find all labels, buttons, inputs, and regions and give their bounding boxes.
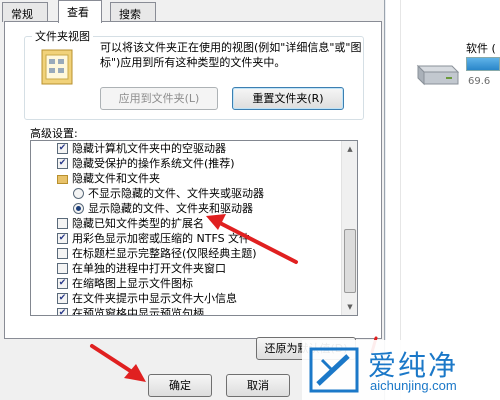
watermark: 爱纯净 aichunjing.com bbox=[302, 340, 500, 400]
drive-usage-bar bbox=[466, 57, 500, 71]
scroll-thumb[interactable] bbox=[344, 229, 356, 293]
tab-strip: 常规 查看 搜索 bbox=[0, 0, 385, 23]
list-item[interactable]: 在标题栏显示完整路径(仅限经典主题) bbox=[57, 246, 257, 261]
list-item[interactable]: ✔ 隐藏计算机文件夹中的空驱动器 bbox=[57, 141, 226, 156]
radio-button[interactable] bbox=[73, 187, 84, 199]
folder-views-description: 可以将该文件夹正在使用的视图(例如"详细信息"或"图标")应用到所有这种类型的文… bbox=[100, 41, 362, 69]
checkbox[interactable]: ✔ bbox=[57, 277, 68, 289]
advanced-settings-label: 高级设置: bbox=[30, 127, 78, 140]
folder-views-title: 文件夹视图 bbox=[32, 28, 93, 44]
checkbox[interactable]: ✔ bbox=[57, 292, 68, 304]
checkbox[interactable]: ✔ bbox=[57, 142, 68, 154]
list-item[interactable]: ✔ 在预览窗格中显示预览句柄 bbox=[57, 306, 204, 315]
list-item[interactable]: 显示隐藏的文件、文件夹和驱动器 bbox=[73, 201, 253, 216]
checkbox[interactable]: ✔ bbox=[57, 157, 68, 169]
list-item: 隐藏文件和文件夹 bbox=[57, 171, 160, 186]
cancel-button[interactable]: 取消 bbox=[226, 374, 290, 397]
tab-general[interactable]: 常规 bbox=[2, 2, 48, 22]
advanced-settings-list: ✔ 隐藏计算机文件夹中的空驱动器 ✔ 隐藏受保护的操作系统文件(推荐) 隐藏文件和文… bbox=[30, 140, 358, 316]
list-item[interactable]: ✔ 用彩色显示加密或压缩的 NTFS 文件 bbox=[57, 231, 250, 246]
ok-button[interactable]: 确定 bbox=[148, 374, 212, 397]
list-item[interactable]: ✔ 在文件夹提示中显示文件大小信息 bbox=[57, 291, 237, 306]
apply-to-folders-button[interactable]: 应用到文件夹(L) bbox=[100, 87, 218, 110]
list-scrollbar[interactable]: ▲ ▼ bbox=[341, 141, 357, 315]
list-item[interactable]: 不显示隐藏的文件、文件夹或驱动器 bbox=[73, 186, 264, 201]
drive-size: 69.6 bbox=[468, 76, 491, 87]
checkbox[interactable]: ✔ bbox=[57, 232, 68, 244]
tab-view[interactable]: 查看 bbox=[58, 0, 102, 23]
checkbox[interactable] bbox=[57, 217, 68, 229]
reset-folders-button[interactable]: 重置文件夹(R) bbox=[232, 87, 344, 110]
radio-button[interactable] bbox=[73, 202, 84, 214]
tab-search[interactable]: 搜索 bbox=[110, 2, 156, 22]
list-item[interactable]: 隐藏已知文件类型的扩展名 bbox=[57, 216, 204, 231]
checkbox[interactable]: ✔ bbox=[57, 307, 68, 315]
folder-icon bbox=[57, 174, 68, 184]
checkbox[interactable] bbox=[57, 247, 68, 259]
folder-views-icon bbox=[41, 49, 73, 85]
checkbox[interactable] bbox=[57, 262, 68, 274]
drive-label: 软件 ( bbox=[466, 42, 496, 55]
list-item[interactable]: ✔ 隐藏受保护的操作系统文件(推荐) bbox=[57, 156, 235, 171]
watermark-url: aichunjing.com bbox=[370, 378, 457, 393]
watermark-logo-icon bbox=[309, 347, 359, 393]
scroll-down-icon[interactable]: ▼ bbox=[342, 299, 357, 315]
scroll-up-icon[interactable]: ▲ bbox=[342, 141, 357, 157]
hard-drive-icon bbox=[416, 64, 460, 86]
list-item[interactable]: 在单独的进程中打开文件夹窗口 bbox=[57, 261, 226, 276]
list-item[interactable]: ✔ 在缩略图上显示文件图标 bbox=[57, 276, 193, 291]
